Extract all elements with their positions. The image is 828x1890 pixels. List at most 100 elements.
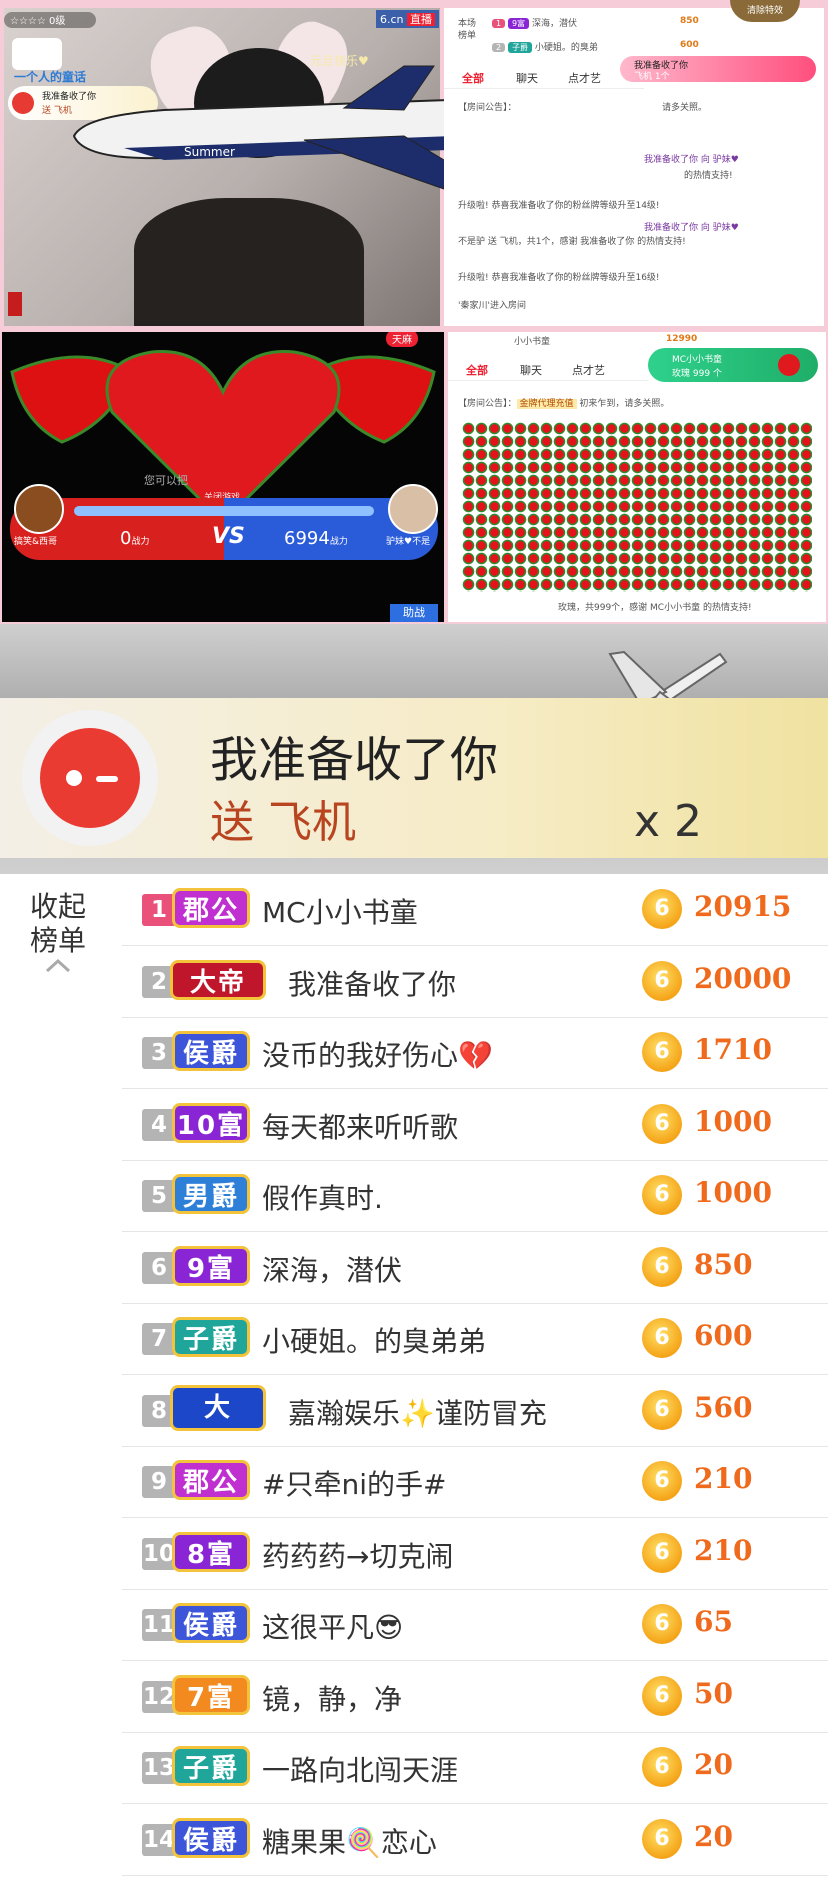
leaderboard-row[interactable]: 13 子爵 一路向北闯天涯 6 20	[122, 1732, 828, 1804]
rank-badge: 7富	[172, 1674, 250, 1715]
user-name[interactable]: 每天都来听听歌	[262, 1106, 458, 1146]
user-score: 850	[694, 1247, 753, 1281]
chat-message: 玫瑰，共999个，感谢 MC小小书童 的热情支持!	[558, 603, 752, 613]
rank-badge: 侯爵	[172, 1031, 250, 1071]
tab-talent[interactable]: 点才艺	[568, 70, 601, 86]
notice-chip[interactable]: 金牌代理充值	[516, 399, 577, 409]
user-name[interactable]: #只牵ni的手#	[262, 1463, 446, 1503]
user-score: 20915	[694, 890, 792, 923]
left-avatar[interactable]	[14, 484, 64, 534]
right-unit: 战力	[329, 537, 348, 547]
rank-number: 6	[142, 1251, 176, 1284]
user-name[interactable]: 一路向北闯天涯	[262, 1749, 458, 1789]
user-name[interactable]: 镜，静，净	[262, 1678, 402, 1718]
level-badge: 0级	[49, 16, 66, 27]
gift-banner: MC小小书童 玫瑰 999 个	[648, 348, 818, 382]
user-score: 210	[694, 1462, 753, 1495]
tab-chat[interactable]: 聊天	[516, 70, 538, 86]
notice-text: 初来乍到，请多关照。	[579, 399, 670, 409]
vs-label: VS	[212, 524, 245, 549]
chat-message: 不是驴 送 飞机，共1个，感谢 我准备收了你 的热情支持!	[458, 237, 686, 247]
gift-notification-zoom: 我准备收了你 送 飞机 x 2	[0, 624, 828, 874]
left-unit: 战力	[131, 537, 150, 547]
leaderboard-row[interactable]: 9 郡公 #只牵ni的手# 6 210	[122, 1446, 828, 1518]
chat-message: 的热情支持!	[684, 171, 733, 181]
coin-icon: 6	[642, 889, 682, 929]
logo-text: 6.cn	[380, 13, 404, 26]
user-score: 20	[694, 1748, 733, 1781]
user-name[interactable]: 小硬姐。的臭弟弟	[262, 1320, 486, 1360]
mini-badge: 9富	[507, 18, 530, 29]
coin-icon: 6	[642, 1032, 682, 1072]
video-player[interactable]: 天麻 您可以把 关闭游戏 搞笑&西哥 0战力 VS 6994战力 驴妹♥不是 助…	[2, 332, 444, 622]
user-score: 560	[694, 1390, 753, 1424]
chat-tabs: 全部 聊天 点才艺	[444, 66, 644, 89]
leaderboard-row[interactable]: 3 侯爵 没币的我好伤心💔 6 1710	[122, 1017, 828, 1089]
leaderboard-row[interactable]: 1 郡公 MC小小书童 6 20915	[122, 874, 828, 946]
rank-number: 3	[142, 1037, 176, 1069]
user-name[interactable]: 药药药→切克闹	[262, 1535, 453, 1575]
user-name[interactable]: 假作真时.	[262, 1177, 383, 1217]
coin-icon: 6	[642, 960, 682, 1001]
leaderboard-row[interactable]: 11 侯爵 这很平凡😎 6 65	[122, 1589, 828, 1661]
coin-icon: 6	[642, 1461, 682, 1501]
ranking-label: 本场榜单	[458, 19, 477, 41]
rose-gift-grid	[462, 422, 812, 592]
chat-message: 升级啦! 恭喜我准备收了你的粉丝牌等级升至16级!	[458, 273, 660, 283]
top-badge: 天麻	[386, 332, 418, 347]
user-name[interactable]: 深海，潜伏	[262, 1249, 402, 1289]
user-name[interactable]: 嘉瀚娱乐✨谨防冒充	[288, 1392, 547, 1432]
tab-chat[interactable]: 聊天	[520, 362, 542, 378]
tab-all[interactable]: 全部	[462, 70, 484, 86]
volume-icon[interactable]	[8, 292, 22, 316]
coin-icon: 6	[642, 1103, 682, 1144]
user-score: 600	[694, 1319, 753, 1352]
user-name[interactable]: 没币的我好伤心💔	[262, 1034, 493, 1074]
coin-icon: 6	[642, 1532, 682, 1573]
mini-name: 深海，潜伏	[531, 19, 577, 29]
user-avatar[interactable]	[22, 710, 158, 846]
collapse-board-button[interactable]: 收起 榜单	[18, 890, 98, 978]
tab-all[interactable]: 全部	[466, 362, 488, 378]
tab-talent[interactable]: 点才艺	[572, 362, 605, 378]
rank-number: 1	[142, 894, 176, 926]
user-score: 50	[694, 1676, 733, 1710]
rank-badge: 子爵	[172, 1317, 250, 1357]
leaderboard-row[interactable]: 8 大嘉瀚娱乐✨谨防冒充 6 560	[122, 1375, 828, 1447]
banner-gift: 玫瑰 999 个	[672, 369, 722, 379]
rank-badge: 郡公	[172, 1460, 250, 1500]
user-name[interactable]: 我准备收了你	[288, 963, 456, 1003]
right-avatar[interactable]	[388, 484, 438, 534]
gift-action: 送 飞机	[210, 797, 356, 848]
chat-message: 升级啦! 恭喜我准备收了你的粉丝牌等级升至14级!	[458, 201, 660, 211]
leaderboard-row[interactable]: 14 侯爵 糖果果🍭恋心 6 20	[122, 1804, 828, 1876]
stream-screenshot-heart: 天麻 您可以把 关闭游戏 搞笑&西哥 0战力 VS 6994战力 驴妹♥不是 助…	[0, 330, 828, 624]
user-name[interactable]: 这很平凡😎	[262, 1606, 403, 1646]
mini-score: 850	[680, 16, 699, 26]
leaderboard-row[interactable]: 4 10富 每天都来听听歌 6 1000	[122, 1089, 828, 1161]
leaderboard-row[interactable]: 12 7富 镜，静，净 6 50	[122, 1661, 828, 1733]
right-score: 6994	[284, 528, 330, 549]
leaderboard-row[interactable]: 6 9富 深海，潜伏 6 850	[122, 1232, 828, 1304]
user-name[interactable]: 糖果果🍭恋心	[262, 1821, 437, 1861]
leaderboard-row[interactable]: 5 男爵 假作真时. 6 1000	[122, 1160, 828, 1232]
notice-line: 【房间公告】： 金牌代理充值 初来乍到，请多关照。	[458, 396, 669, 409]
rank-badge: 8富	[172, 1531, 250, 1572]
mini-badge: 子爵	[507, 42, 532, 53]
notice-label: 【房间公告】：	[458, 103, 517, 113]
leaderboard-row[interactable]: 10 8富 药药药→切克闹 6 210	[122, 1518, 828, 1590]
coin-icon: 6	[642, 1246, 682, 1287]
rank-badge: 9富	[172, 1245, 250, 1286]
chat-tabs: 全部 聊天 点才艺	[448, 358, 648, 381]
user-name[interactable]: MC小小书童	[262, 891, 418, 931]
assist-button[interactable]: 助战	[390, 604, 438, 622]
coin-icon: 6	[642, 1604, 682, 1644]
right-score-wrap: 6994战力	[284, 528, 348, 549]
collapse-label: 收起	[29, 890, 86, 923]
leaderboard-row[interactable]: 7 子爵 小硬姐。的臭弟弟 6 600	[122, 1303, 828, 1375]
mini-score: 12990	[666, 334, 698, 344]
banner-user: MC小小书童	[672, 355, 723, 365]
leaderboard-row[interactable]: 2 大帝 我准备收了你 6 20000	[122, 946, 828, 1018]
rank-number: 11	[142, 1609, 176, 1641]
clear-effects-button[interactable]: 清除特效	[730, 0, 800, 22]
